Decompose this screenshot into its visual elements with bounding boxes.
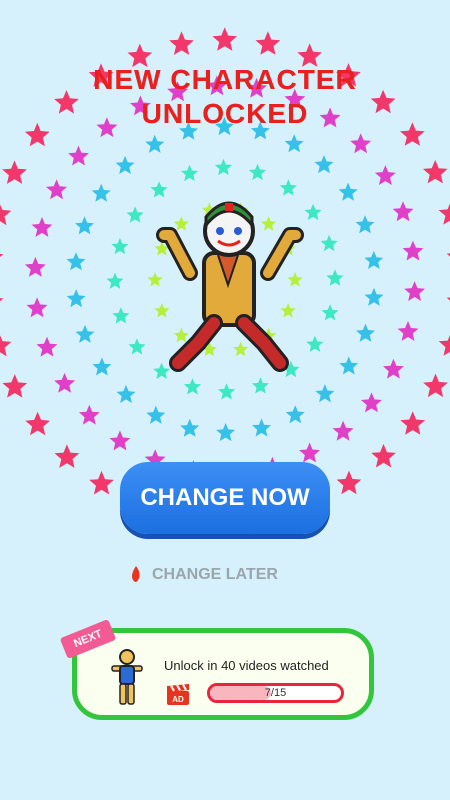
star-decoration — [338, 182, 358, 201]
star-decoration — [112, 307, 130, 324]
star-decoration — [314, 155, 334, 174]
star-decoration — [332, 420, 354, 441]
star-decoration — [364, 287, 384, 306]
star-decoration — [181, 164, 199, 182]
star-decoration — [423, 373, 448, 398]
star-decoration — [299, 442, 320, 463]
star-decoration — [115, 155, 135, 174]
star-decoration — [422, 159, 448, 184]
star-decoration — [54, 372, 76, 393]
star-decoration — [339, 356, 359, 375]
star-decoration — [146, 405, 166, 424]
star-decoration — [392, 201, 414, 222]
star-decoration — [438, 334, 450, 356]
star-decoration — [116, 384, 136, 403]
star-decoration — [321, 304, 339, 321]
star-decoration — [279, 179, 297, 196]
star-decoration — [248, 163, 267, 181]
star-decoration — [255, 31, 281, 55]
star-decoration — [0, 204, 12, 226]
star-decoration — [0, 298, 4, 302]
unlock-title-line2: UNLOCKED — [141, 98, 309, 129]
star-decoration — [402, 240, 424, 261]
ad-label: AD — [172, 695, 184, 704]
star-decoration — [66, 252, 86, 271]
star-decoration — [284, 134, 304, 153]
clapperboard-ad-icon: AD — [167, 684, 189, 705]
star-decoration — [145, 134, 165, 153]
star-decoration — [36, 336, 58, 357]
star-decoration — [446, 253, 450, 257]
star-decoration — [212, 27, 238, 51]
unlock-requirement-text: Unlock in 40 videos watched — [164, 658, 329, 673]
star-decoration — [75, 216, 94, 235]
star-decoration — [214, 158, 232, 176]
star-decoration — [89, 470, 114, 495]
star-decoration — [46, 179, 67, 200]
star-decoration — [404, 281, 426, 301]
star-decoration — [397, 321, 419, 341]
star-decoration — [374, 165, 396, 185]
star-decoration — [169, 31, 194, 55]
star-decoration — [400, 411, 426, 435]
star-decoration — [320, 234, 338, 252]
unlock-title-line1: NEW CHARACTER — [93, 64, 357, 95]
star-decoration — [2, 160, 27, 184]
star-decoration — [91, 183, 111, 202]
star-decoration — [326, 269, 344, 286]
star-decoration — [92, 357, 112, 376]
star-decoration — [126, 206, 144, 223]
joker-character — [156, 201, 304, 372]
star-decoration — [111, 237, 129, 255]
star-decoration — [356, 323, 375, 342]
star-decoration — [24, 256, 46, 277]
red-flame-icon — [132, 566, 140, 582]
star-decoration — [371, 443, 396, 468]
star-decoration — [336, 470, 362, 495]
star-decoration — [180, 418, 200, 437]
star-decoration — [106, 272, 124, 289]
star-decoration — [78, 404, 100, 425]
star-decoration — [109, 430, 131, 451]
star-decoration — [285, 405, 305, 424]
star-decoration — [128, 338, 146, 355]
change-now-button[interactable]: CHANGE NOW — [120, 462, 330, 534]
star-decoration — [75, 324, 95, 343]
star-decoration — [438, 203, 450, 225]
star-decoration — [25, 411, 50, 436]
next-character-thumbnail — [111, 649, 143, 705]
change-later-label: CHANGE LATER — [152, 566, 278, 583]
star-decoration — [26, 297, 48, 318]
star-decoration — [66, 289, 86, 308]
star-decoration — [0, 253, 4, 258]
progress-text: 7/15 — [264, 687, 287, 699]
star-decoration — [68, 145, 89, 166]
star-decoration — [315, 384, 335, 403]
star-decoration — [350, 133, 372, 154]
star-decoration — [216, 423, 236, 442]
star-decoration — [252, 418, 271, 437]
star-decoration — [361, 392, 382, 413]
star-decoration — [355, 215, 375, 234]
star-decoration — [383, 358, 404, 379]
star-decoration — [0, 335, 12, 357]
star-decoration — [364, 250, 384, 269]
change-later-button[interactable]: CHANGE LATER — [130, 562, 278, 588]
videos-progress-bar: 7/15 — [207, 683, 344, 703]
star-decoration — [31, 217, 53, 237]
star-decoration — [2, 374, 28, 398]
star-decoration — [54, 444, 80, 468]
